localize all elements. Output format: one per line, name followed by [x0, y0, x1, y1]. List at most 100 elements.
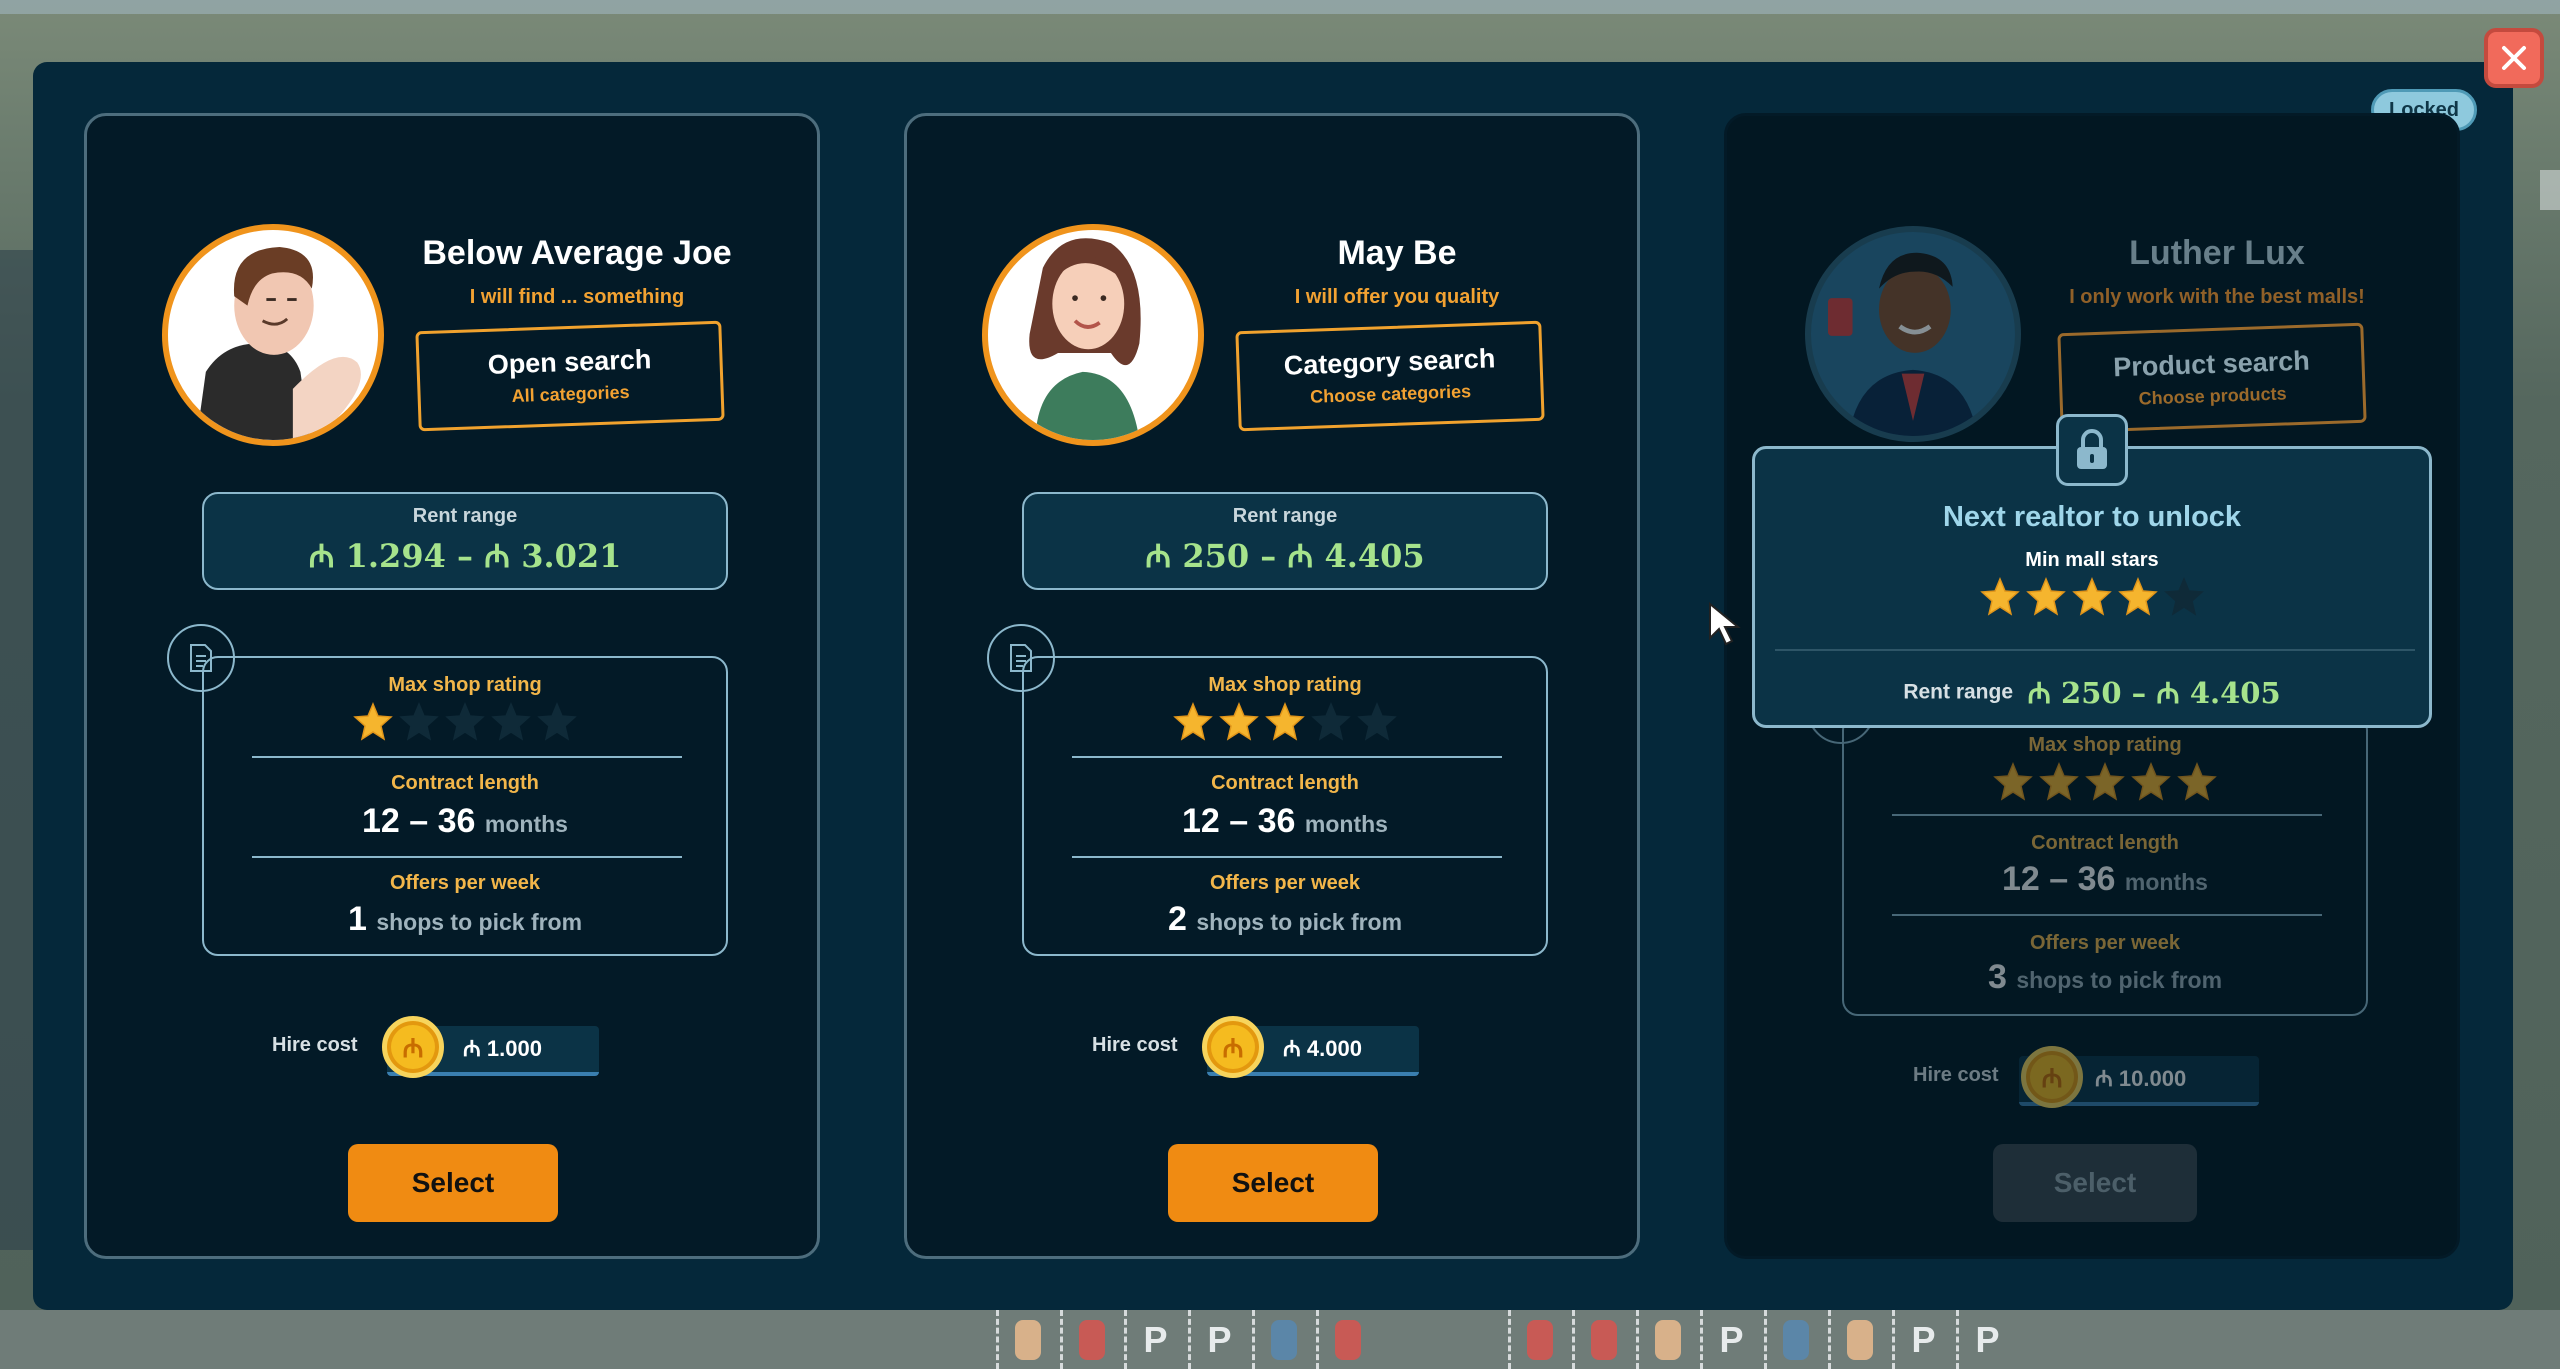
- star-filled-icon: [2131, 762, 2171, 801]
- background-top-bar: [0, 0, 2560, 14]
- background-right-panel: [2540, 170, 2560, 210]
- search-type-subtitle: All categories: [511, 381, 630, 407]
- contract-range: 12 – 36: [1182, 802, 1296, 840]
- offers-unit: shops to pick from: [376, 909, 583, 935]
- details-divider: [1072, 756, 1502, 758]
- hire-cost-value: ₼ 10.000: [2095, 1066, 2187, 1091]
- realtor-details-box: Max shop rating Contract length 12 – 36 …: [1842, 714, 2368, 1016]
- star-filled-icon: [1980, 577, 2020, 616]
- star-filled-icon: [2072, 577, 2112, 616]
- rent-range-label: Rent range: [1232, 505, 1338, 527]
- parked-car: [1846, 1319, 1873, 1360]
- realtor-avatar: [162, 224, 384, 446]
- select-button[interactable]: Select: [348, 1144, 558, 1222]
- unlock-rent-range: Rent range ₼ 250 – ₼ 4.405: [1755, 673, 2429, 712]
- star-filled-icon: [1219, 702, 1259, 741]
- rent-range-box: Rent range ₼ 1.294 – ₼ 3.021: [202, 492, 728, 590]
- coin-icon: ₼: [382, 1016, 444, 1078]
- close-button[interactable]: [2484, 28, 2544, 88]
- contract-length-label: Contract length: [1211, 772, 1359, 794]
- hire-cost-row: Hire cost ₼ ₼ 10.000: [1727, 1046, 2463, 1108]
- offers-unit: shops to pick from: [1196, 909, 1403, 935]
- realtor-tagline: I will find ... something: [469, 286, 685, 308]
- star-filled-icon: [353, 702, 393, 741]
- realtor-details-box: Max shop rating Contract length 12 – 36 …: [1022, 656, 1548, 956]
- select-button[interactable]: Select: [1168, 1144, 1378, 1222]
- contract-unit: months: [484, 811, 568, 837]
- star-empty-icon: [491, 702, 531, 741]
- contract-range: 12 – 36: [362, 802, 476, 840]
- coin-icon: ₼: [1202, 1016, 1264, 1078]
- max-shop-rating-stars: [204, 702, 726, 742]
- contract-length-value: 12 – 36 months: [1024, 802, 1546, 841]
- offers-per-week-value: 3 shops to pick from: [1844, 958, 2366, 997]
- offers-per-week-label: Offers per week: [2029, 932, 2181, 954]
- may-portrait-icon: [1029, 238, 1141, 440]
- close-icon: [2502, 46, 2526, 70]
- parked-car: [1270, 1319, 1297, 1360]
- contract-unit: months: [1304, 811, 1388, 837]
- unlock-rent-label: Rent range: [1903, 680, 2013, 704]
- offers-per-week-label: Offers per week: [1209, 872, 1361, 894]
- parking-slot: P: [1124, 1310, 1184, 1369]
- parking-slot: [1508, 1310, 1568, 1369]
- parked-car: [1078, 1319, 1105, 1360]
- max-shop-rating-label: Max shop rating: [1208, 674, 1362, 696]
- star-filled-icon: [2085, 762, 2125, 801]
- realtor-name: Luther Lux: [2129, 234, 2305, 272]
- hire-cost-label: Hire cost: [272, 1034, 358, 1056]
- select-button: Select: [1993, 1144, 2197, 1222]
- realtor-name: May Be: [1337, 234, 1457, 272]
- joe-portrait-icon: [196, 247, 361, 440]
- parking-slot: [1572, 1310, 1632, 1369]
- parking-slot: [996, 1310, 1056, 1369]
- parking-slot: [1828, 1310, 1888, 1369]
- parked-car: [1782, 1319, 1809, 1360]
- mouse-cursor-icon: [1709, 602, 1741, 646]
- contract-range: 12 – 36: [2002, 860, 2116, 898]
- min-mall-stars: [1755, 577, 2429, 617]
- parking-slot: [1060, 1310, 1120, 1369]
- star-filled-icon: [2039, 762, 2079, 801]
- star-filled-icon: [2026, 577, 2066, 616]
- realtor-card-may[interactable]: May Be I will offer you quality Category…: [904, 113, 1640, 1259]
- contract-unit: months: [2124, 869, 2208, 895]
- realtor-avatar: [982, 224, 1204, 446]
- coin-icon: ₼: [2021, 1046, 2083, 1108]
- details-divider: [252, 756, 682, 758]
- lock-icon: [2056, 414, 2128, 486]
- min-mall-stars-label: Min mall stars: [2025, 549, 2159, 571]
- unlock-title: Next realtor to unlock: [1942, 501, 2242, 533]
- hire-cost-label: Hire cost: [1913, 1064, 1999, 1086]
- star-empty-icon: [537, 702, 577, 741]
- search-type-subtitle: Choose categories: [1309, 381, 1472, 407]
- offers-count: 1: [347, 900, 367, 938]
- parking-slot: P: [1892, 1310, 1952, 1369]
- search-type-title: Category search: [1283, 343, 1496, 381]
- star-filled-icon: [1173, 702, 1213, 741]
- star-empty-icon: [2164, 577, 2204, 616]
- offers-unit: shops to pick from: [2016, 967, 2223, 993]
- star-empty-icon: [399, 702, 439, 741]
- hire-cost-label: Hire cost: [1092, 1034, 1178, 1056]
- realtor-name: Below Average Joe: [422, 234, 732, 272]
- realtor-card-joe[interactable]: Below Average Joe I will find ... someth…: [84, 113, 820, 1259]
- star-filled-icon: [1993, 762, 2033, 801]
- max-shop-rating-stars: [1024, 702, 1546, 742]
- rent-range-value: ₼ 250 – ₼ 4.405: [1145, 537, 1425, 575]
- rent-range-value: ₼ 1.294 – ₼ 3.021: [308, 537, 622, 575]
- max-shop-rating-label: Max shop rating: [388, 674, 542, 696]
- offers-per-week-value: 1 shops to pick from: [204, 900, 726, 939]
- parked-car: [1590, 1319, 1617, 1360]
- realtor-tagline: I will offer you quality: [1294, 286, 1500, 308]
- max-shop-rating-stars: [1844, 762, 2366, 802]
- luther-portrait-icon: [1828, 252, 1978, 436]
- parking-slot: [1636, 1310, 1696, 1369]
- parking-slot: [1316, 1310, 1376, 1369]
- search-type-title: Open search: [487, 344, 652, 380]
- parking-slot: [1764, 1310, 1824, 1369]
- parked-car: [1334, 1319, 1361, 1360]
- star-filled-icon: [1265, 702, 1305, 741]
- parking-row-right: P P P: [1508, 1310, 2016, 1369]
- parked-car: [1526, 1319, 1553, 1360]
